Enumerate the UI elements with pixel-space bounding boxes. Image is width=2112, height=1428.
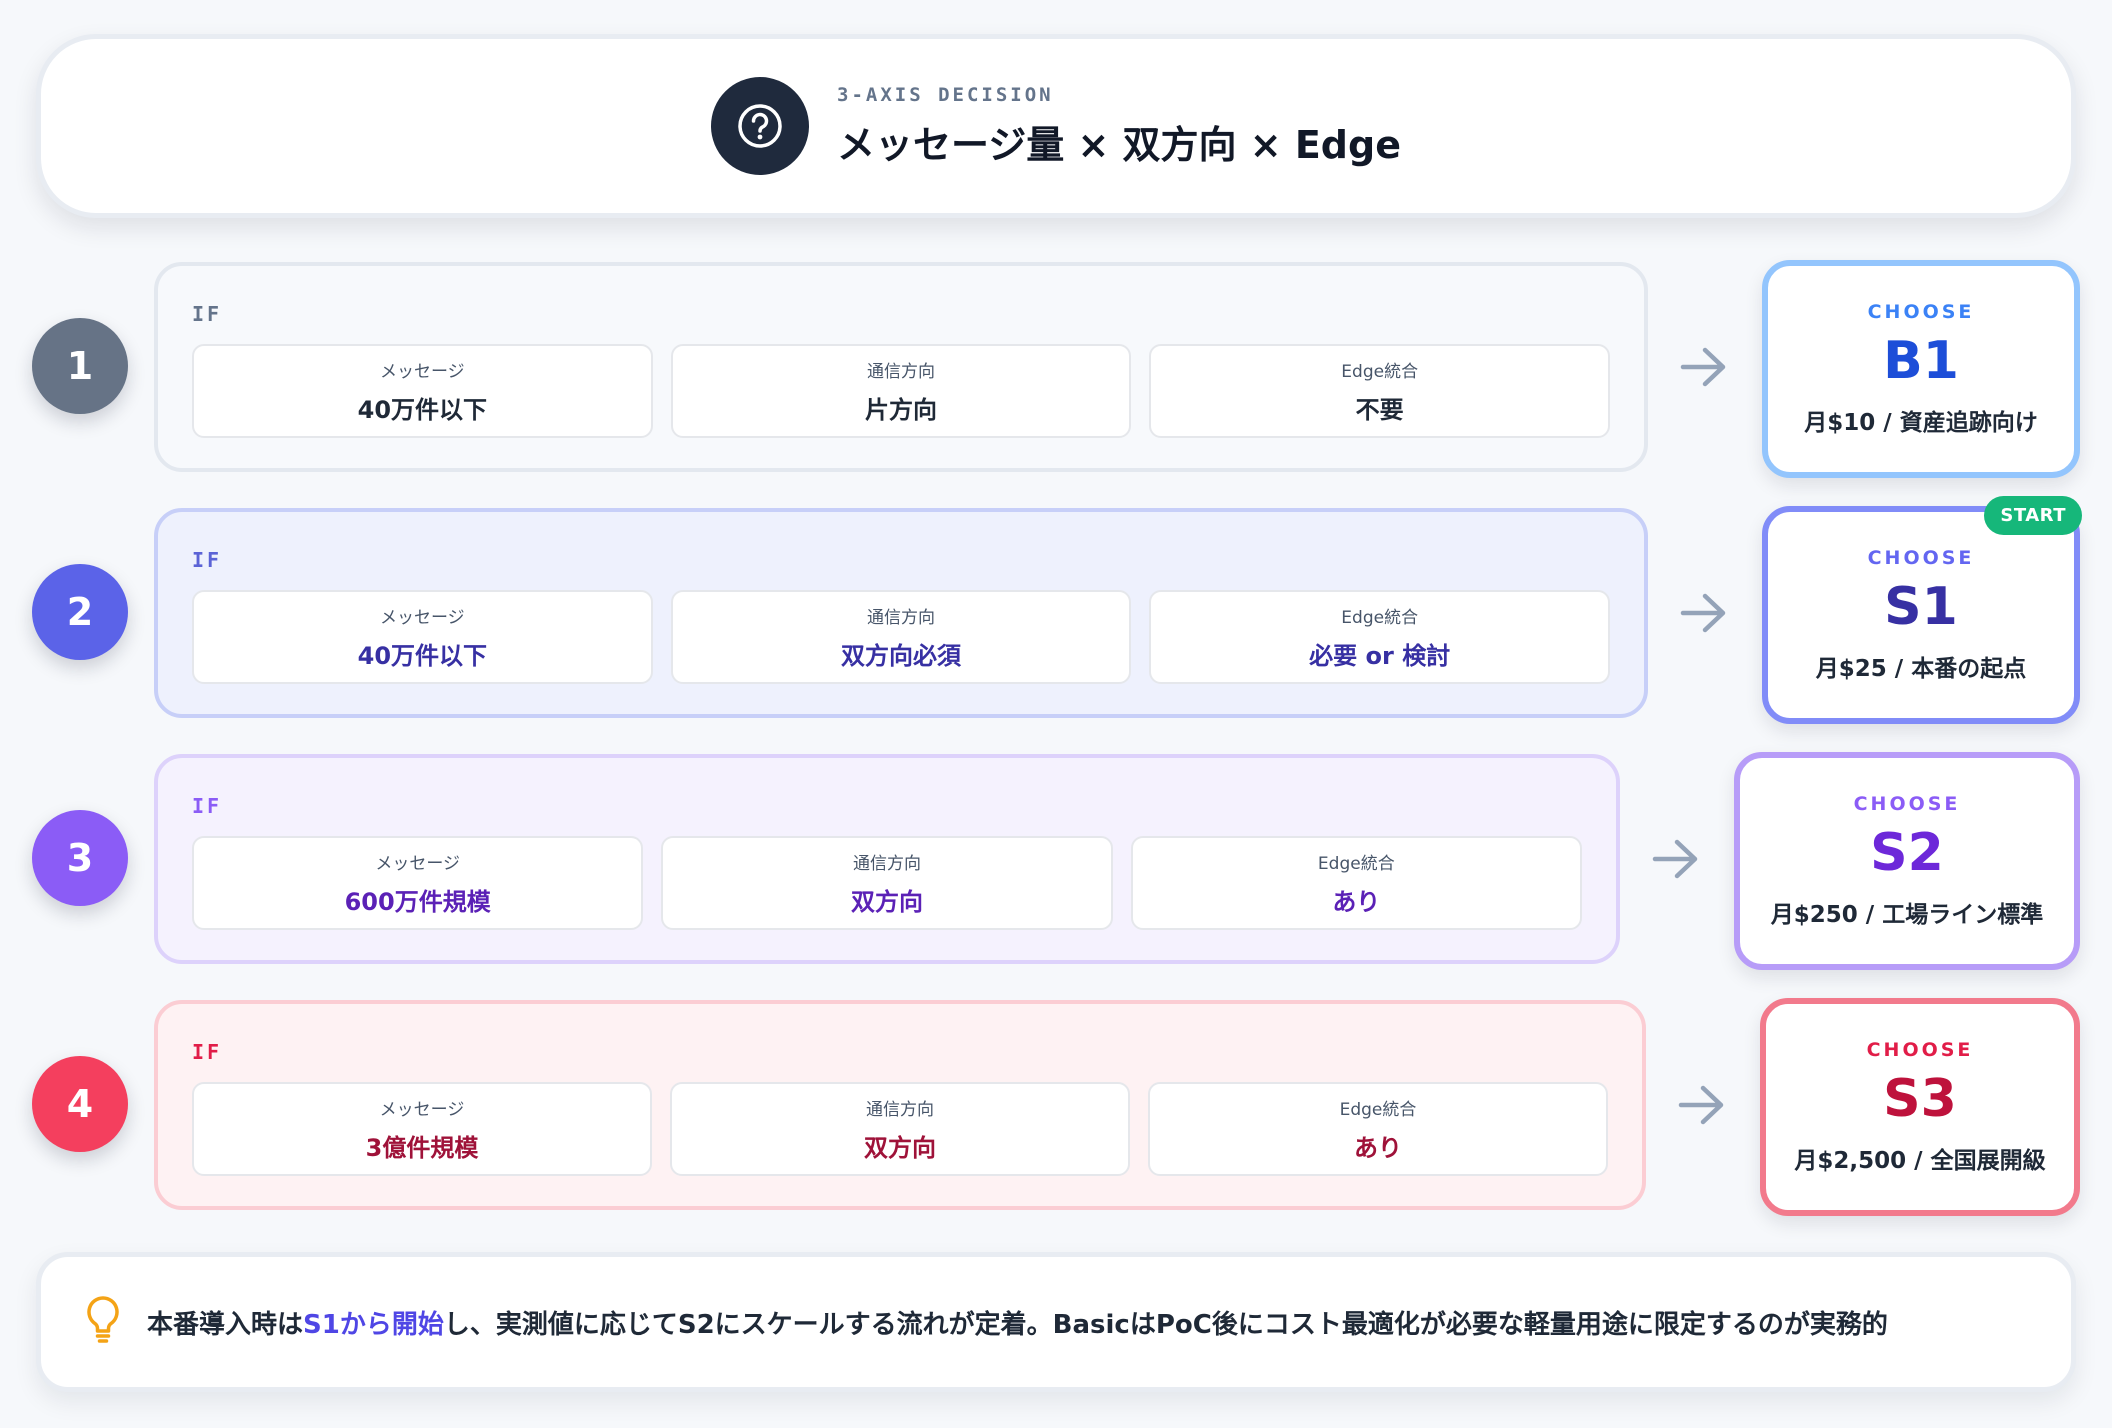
decision-row: 4 IF メッセージ 3億件規模 通信方向 双方向 Edge統合 あり CHOO…	[0, 998, 2112, 1216]
choice-card: START CHOOSE S1 月$25 / 本番の起点	[1762, 496, 2082, 724]
condition-panel: IF メッセージ 3億件規模 通信方向 双方向 Edge統合 あり	[154, 1000, 1646, 1210]
arrow-right-icon	[1674, 588, 1734, 638]
condition-panel: IF メッセージ 600万件規模 通信方向 双方向 Edge統合 あり	[154, 754, 1620, 964]
tip-text: 本番導入時はS1から開始し、実測値に応じてS2にスケールする流れが定着。Basi…	[147, 1304, 1888, 1341]
condition-label: メッセージ	[379, 1100, 465, 1120]
choice-code: B1	[1883, 331, 1959, 391]
choice-description: 月$250 / 工場ライン標準	[1770, 902, 2044, 928]
tip-footer: 本番導入時はS1から開始し、実測値に応じてS2にスケールする流れが定着。Basi…	[36, 1252, 2076, 1392]
choice-description: 月$2,500 / 全国展開級	[1794, 1148, 2046, 1174]
tip-text-rest: し、実測値に応じてS2にスケールする流れが定着。BasicはPoC後にコスト最適…	[443, 1309, 1888, 1340]
choice-description: 月$10 / 資産追跡向け	[1804, 410, 2038, 436]
condition-cell-edge: Edge統合 必要 or 検討	[1149, 590, 1611, 684]
condition-panel: IF メッセージ 40万件以下 通信方向 片方向 Edge統合 不要	[154, 262, 1648, 472]
choose-label: CHOOSE	[1853, 793, 1961, 815]
condition-label: Edge統合	[1341, 608, 1419, 628]
condition-cell-direction: 通信方向 双方向	[670, 1082, 1130, 1176]
header-subtitle: 3-AXIS DECISION	[837, 83, 1054, 106]
condition-cell-message: メッセージ 600万件規模	[192, 836, 644, 930]
condition-label: メッセージ	[380, 608, 465, 628]
choose-label: CHOOSE	[1867, 301, 1975, 323]
condition-value: あり	[1354, 1134, 1402, 1162]
condition-label: Edge統合	[1339, 1100, 1417, 1120]
choice-code: S1	[1884, 577, 1958, 637]
condition-value: 3億件規模	[365, 1134, 479, 1162]
arrow-right-icon	[1674, 342, 1734, 392]
decision-header: 3-AXIS DECISION メッセージ量 × 双方向 × Edge	[36, 34, 2076, 218]
condition-value: 不要	[1355, 396, 1404, 424]
condition-label: メッセージ	[380, 362, 465, 382]
lightbulb-icon	[85, 1295, 121, 1349]
choice-card: CHOOSE B1 月$10 / 資産追跡向け	[1762, 260, 2080, 478]
condition-label: 通信方向	[867, 608, 935, 628]
condition-cell-edge: Edge統合 不要	[1149, 344, 1611, 438]
header-title: メッセージ量 × 双方向 × Edge	[837, 122, 1401, 167]
decision-row: 2 IF メッセージ 40万件以下 通信方向 双方向必須 Edge統合 必要 o…	[0, 496, 2112, 724]
row-number-badge: 3	[32, 810, 128, 906]
arrow-right-icon	[1672, 1080, 1732, 1130]
condition-value: 双方向必須	[841, 642, 961, 670]
condition-value: 片方向	[865, 396, 937, 424]
question-circle-icon	[711, 77, 809, 175]
if-label: IF	[192, 302, 223, 326]
start-badge: START	[1984, 496, 2082, 535]
choice-description: 月$25 / 本番の起点	[1815, 656, 2027, 682]
tip-text-lead: 本番導入時は	[147, 1309, 304, 1340]
choice-card: CHOOSE S3 月$2,500 / 全国展開級	[1760, 998, 2080, 1216]
if-label: IF	[192, 794, 223, 818]
condition-value: 双方向	[850, 888, 923, 916]
decision-row: 1 IF メッセージ 40万件以下 通信方向 片方向 Edge統合 不要 CHO…	[0, 260, 2112, 478]
condition-label: メッセージ	[375, 854, 460, 874]
choose-label: CHOOSE	[1866, 1039, 1974, 1061]
condition-label: Edge統合	[1341, 362, 1419, 382]
row-number-badge: 4	[32, 1056, 128, 1152]
choice-code: S2	[1870, 823, 1944, 883]
row-number-badge: 1	[32, 318, 128, 414]
condition-value: 双方向	[864, 1134, 936, 1162]
condition-cell-message: メッセージ 3億件規模	[192, 1082, 652, 1176]
condition-label: 通信方向	[866, 1100, 934, 1120]
if-label: IF	[192, 1040, 223, 1064]
condition-panel: IF メッセージ 40万件以下 通信方向 双方向必須 Edge統合 必要 or …	[154, 508, 1648, 718]
condition-cell-message: メッセージ 40万件以下	[192, 590, 653, 684]
condition-value: あり	[1332, 888, 1381, 916]
condition-cell-edge: Edge統合 あり	[1130, 836, 1582, 930]
condition-label: Edge統合	[1317, 854, 1395, 874]
condition-value: 40万件以下	[357, 642, 488, 670]
choose-label: CHOOSE	[1867, 547, 1975, 569]
arrow-right-icon	[1646, 834, 1706, 884]
tip-text-highlight: S1から開始	[303, 1309, 444, 1340]
condition-value: 40万件以下	[357, 396, 488, 424]
choice-code: S3	[1883, 1069, 1957, 1129]
condition-cell-direction: 通信方向 片方向	[670, 344, 1132, 438]
row-number-badge: 2	[32, 564, 128, 660]
if-label: IF	[192, 548, 223, 572]
condition-label: 通信方向	[867, 362, 935, 382]
condition-cell-direction: 通信方向 双方向必須	[670, 590, 1132, 684]
condition-cell-message: メッセージ 40万件以下	[192, 344, 653, 438]
condition-cell-edge: Edge統合 あり	[1148, 1082, 1608, 1176]
condition-cell-direction: 通信方向 双方向	[661, 836, 1113, 930]
condition-label: 通信方向	[852, 854, 921, 874]
condition-value: 必要 or 検討	[1309, 642, 1451, 670]
choice-card: CHOOSE S2 月$250 / 工場ライン標準	[1734, 752, 2080, 970]
condition-value: 600万件規模	[344, 888, 491, 916]
decision-row: 3 IF メッセージ 600万件規模 通信方向 双方向 Edge統合 あり CH…	[0, 752, 2112, 970]
